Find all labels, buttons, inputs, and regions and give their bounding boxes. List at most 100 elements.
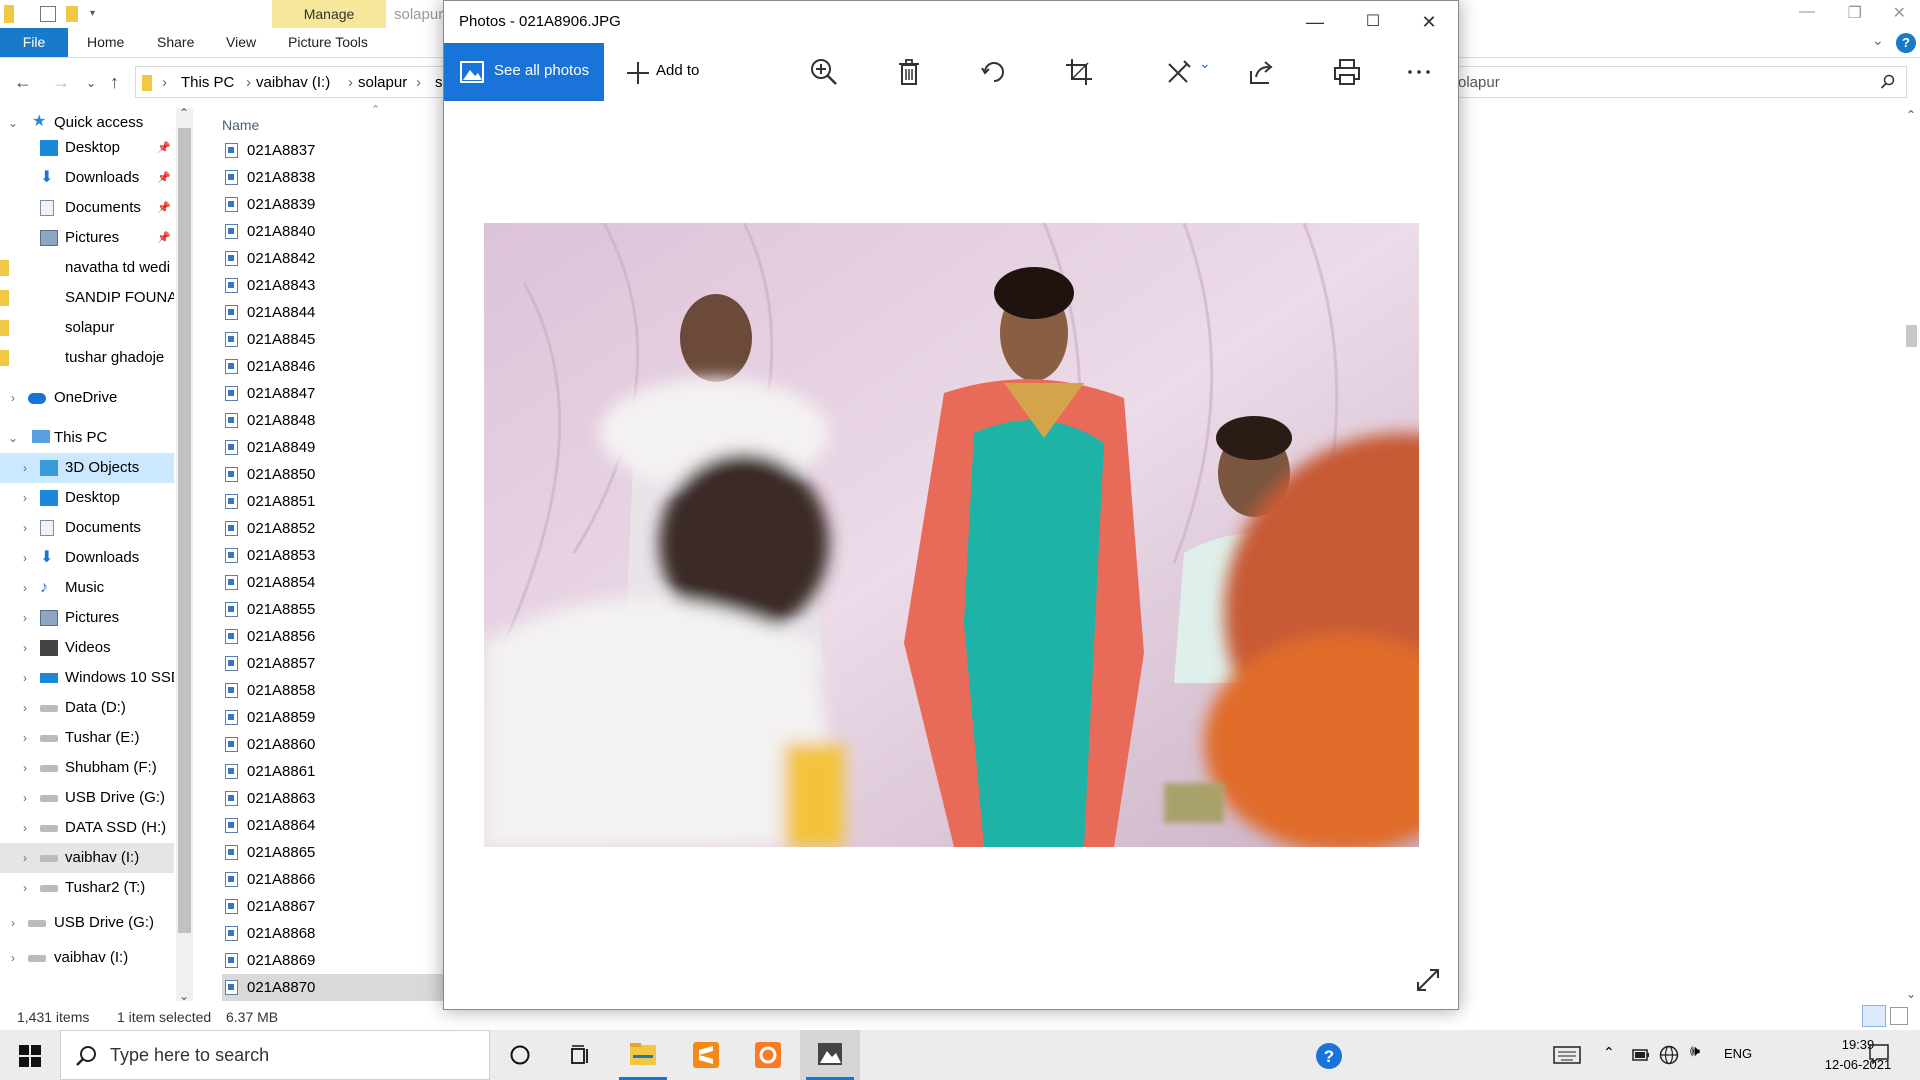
nav-item-usb-drive-g[interactable]: › USB Drive (G:) bbox=[0, 783, 174, 813]
nav-item-pictures[interactable]: › Pictures bbox=[0, 603, 174, 633]
more-options-icon[interactable] bbox=[1404, 57, 1434, 87]
file-row[interactable]: 021A8864 bbox=[222, 812, 452, 839]
print-icon[interactable] bbox=[1332, 57, 1362, 87]
file-row[interactable]: 021A8848 bbox=[222, 407, 452, 434]
ribbon-expand-icon[interactable]: ⌄ bbox=[1872, 32, 1884, 49]
fullscreen-icon[interactable] bbox=[1414, 966, 1442, 994]
photos-taskbar-button[interactable] bbox=[800, 1030, 860, 1080]
file-row[interactable]: 021A8851 bbox=[222, 488, 452, 515]
tab-home[interactable]: Home bbox=[87, 34, 124, 50]
file-row[interactable]: 021A8838 bbox=[222, 164, 452, 191]
chevron-right-icon[interactable]: › bbox=[18, 573, 32, 603]
chevron-right-icon[interactable]: › bbox=[18, 543, 32, 573]
file-row[interactable]: 021A8847 bbox=[222, 380, 452, 407]
chevron-right-icon[interactable]: › bbox=[6, 383, 20, 413]
chevron-down-icon[interactable]: ⌄ bbox=[1199, 55, 1211, 72]
recent-locations-icon[interactable]: ⌄ bbox=[86, 76, 96, 90]
scroll-down-icon[interactable]: ⌄ bbox=[179, 989, 189, 1003]
search-icon[interactable] bbox=[1880, 74, 1896, 90]
nav-item-tushar2-t[interactable]: › Tushar2 (T:) bbox=[0, 873, 174, 903]
customize-toolbar-icon[interactable]: ▾ bbox=[90, 8, 106, 24]
new-folder-icon[interactable] bbox=[66, 6, 78, 22]
zoom-in-icon[interactable] bbox=[809, 57, 839, 87]
share-icon[interactable] bbox=[1247, 57, 1277, 87]
nav-item-downloads[interactable]: ⬇ Downloads 📌 bbox=[0, 163, 174, 193]
nav-item-shubham-f[interactable]: › Shubham (F:) bbox=[0, 753, 174, 783]
file-row[interactable]: 021A8855 bbox=[222, 596, 452, 623]
nav-item-navatha-td-wedi[interactable]: navatha td wedi bbox=[0, 253, 174, 283]
nav-item-downloads[interactable]: › ⬇ Downloads bbox=[0, 543, 174, 573]
file-row[interactable]: 021A8845 bbox=[222, 326, 452, 353]
chevron-right-icon[interactable]: › bbox=[18, 453, 32, 483]
file-row[interactable]: 021A8858 bbox=[222, 677, 452, 704]
language-indicator[interactable]: ENG bbox=[1724, 1046, 1752, 1061]
nav-item-this-pc[interactable]: ⌄ This PC bbox=[0, 423, 174, 453]
scroll-down-icon[interactable]: ⌄ bbox=[1906, 987, 1916, 1001]
chevron-right-icon[interactable]: › bbox=[18, 783, 32, 813]
tab-file[interactable]: File bbox=[0, 28, 68, 57]
chevron-right-icon[interactable]: › bbox=[6, 943, 20, 973]
tab-picture-tools[interactable]: Picture Tools bbox=[288, 34, 368, 50]
large-icons-view-icon[interactable] bbox=[1890, 1007, 1908, 1025]
chevron-down-icon[interactable]: ⌄ bbox=[6, 423, 20, 453]
nav-item-windows-10-ssd[interactable]: › Windows 10 SSD bbox=[0, 663, 174, 693]
help-icon[interactable]: ? bbox=[1896, 33, 1916, 53]
minimize-icon[interactable]: — bbox=[1292, 5, 1338, 39]
scroll-up-icon[interactable]: ⌃ bbox=[1906, 108, 1916, 122]
up-icon[interactable]: ↑ bbox=[110, 72, 119, 93]
file-row[interactable]: 021A8860 bbox=[222, 731, 452, 758]
restore-icon[interactable]: ❐ bbox=[1848, 3, 1862, 23]
nav-item-vaibhav-i[interactable]: › vaibhav (I:) bbox=[0, 843, 174, 873]
cortana-button[interactable] bbox=[490, 1030, 550, 1080]
file-row[interactable]: 021A8856 bbox=[222, 623, 452, 650]
chevron-right-icon[interactable]: › bbox=[18, 483, 32, 513]
folder-icon[interactable] bbox=[4, 5, 14, 23]
delete-icon[interactable] bbox=[894, 57, 924, 87]
file-row[interactable]: 021A8869 bbox=[222, 947, 452, 974]
column-header-name[interactable]: Name bbox=[222, 117, 259, 133]
action-center-icon[interactable] bbox=[1869, 1044, 1889, 1064]
tab-view[interactable]: View bbox=[226, 34, 256, 50]
rotate-icon[interactable] bbox=[979, 57, 1009, 87]
file-row[interactable]: 021A8859 bbox=[222, 704, 452, 731]
nav-item-tushar-ghadoje[interactable]: tushar ghadoje bbox=[0, 343, 174, 373]
show-hidden-icons-icon[interactable]: ⌃ bbox=[1603, 1044, 1615, 1061]
nav-item-data-ssd-h[interactable]: › DATA SSD (H:) bbox=[0, 813, 174, 843]
nav-item-tushar-e[interactable]: › Tushar (E:) bbox=[0, 723, 174, 753]
chevron-right-icon[interactable]: › bbox=[18, 723, 32, 753]
chevron-right-icon[interactable]: › bbox=[18, 753, 32, 783]
breadcrumb-drive[interactable]: vaibhav (I:) bbox=[256, 74, 330, 91]
tab-share[interactable]: Share bbox=[157, 34, 194, 50]
nav-item-3d-objects[interactable]: › 3D Objects bbox=[0, 453, 174, 483]
photo-image[interactable] bbox=[484, 223, 1419, 847]
file-row[interactable]: 021A8861 bbox=[222, 758, 452, 785]
chevron-right-icon[interactable]: › bbox=[6, 908, 20, 938]
file-row[interactable]: 021A8868 bbox=[222, 920, 452, 947]
scroll-up-icon[interactable]: ⌃ bbox=[179, 106, 189, 120]
file-row[interactable]: 021A8853 bbox=[222, 542, 452, 569]
chevron-right-icon[interactable]: › bbox=[18, 843, 32, 873]
file-row[interactable]: 021A8837 bbox=[222, 137, 452, 164]
address-bar[interactable]: › This PC › vaibhav (I:) › solapur › sc bbox=[135, 66, 450, 98]
details-view-icon[interactable] bbox=[1862, 1005, 1886, 1027]
file-row[interactable]: 021A8842 bbox=[222, 245, 452, 272]
chevron-right-icon[interactable]: › bbox=[18, 633, 32, 663]
edit-draw-icon[interactable] bbox=[1164, 57, 1194, 87]
close-icon[interactable]: ✕ bbox=[1406, 5, 1452, 39]
nav-item-documents[interactable]: Documents 📌 bbox=[0, 193, 174, 223]
nav-item-usb-drive-g[interactable]: › USB Drive (G:) bbox=[0, 908, 174, 938]
file-row[interactable]: 021A8867 bbox=[222, 893, 452, 920]
chevron-right-icon[interactable]: › bbox=[18, 873, 32, 903]
chevron-right-icon[interactable]: › bbox=[18, 603, 32, 633]
file-row[interactable]: 021A8840 bbox=[222, 218, 452, 245]
input-keyboard-icon[interactable] bbox=[1553, 1046, 1581, 1064]
file-row[interactable]: 021A8865 bbox=[222, 839, 452, 866]
nav-item-desktop[interactable]: › Desktop bbox=[0, 483, 174, 513]
nav-item-vaibhav-i[interactable]: › vaibhav (I:) bbox=[0, 943, 174, 973]
sublime-text-taskbar-button[interactable] bbox=[676, 1030, 736, 1080]
chevron-right-icon[interactable]: › bbox=[18, 813, 32, 843]
properties-icon[interactable] bbox=[40, 6, 56, 22]
volume-icon[interactable]: 🕪 bbox=[1690, 1043, 1700, 1061]
nav-item-data-d[interactable]: › Data (D:) bbox=[0, 693, 174, 723]
nav-item-onedrive[interactable]: › OneDrive bbox=[0, 383, 174, 413]
